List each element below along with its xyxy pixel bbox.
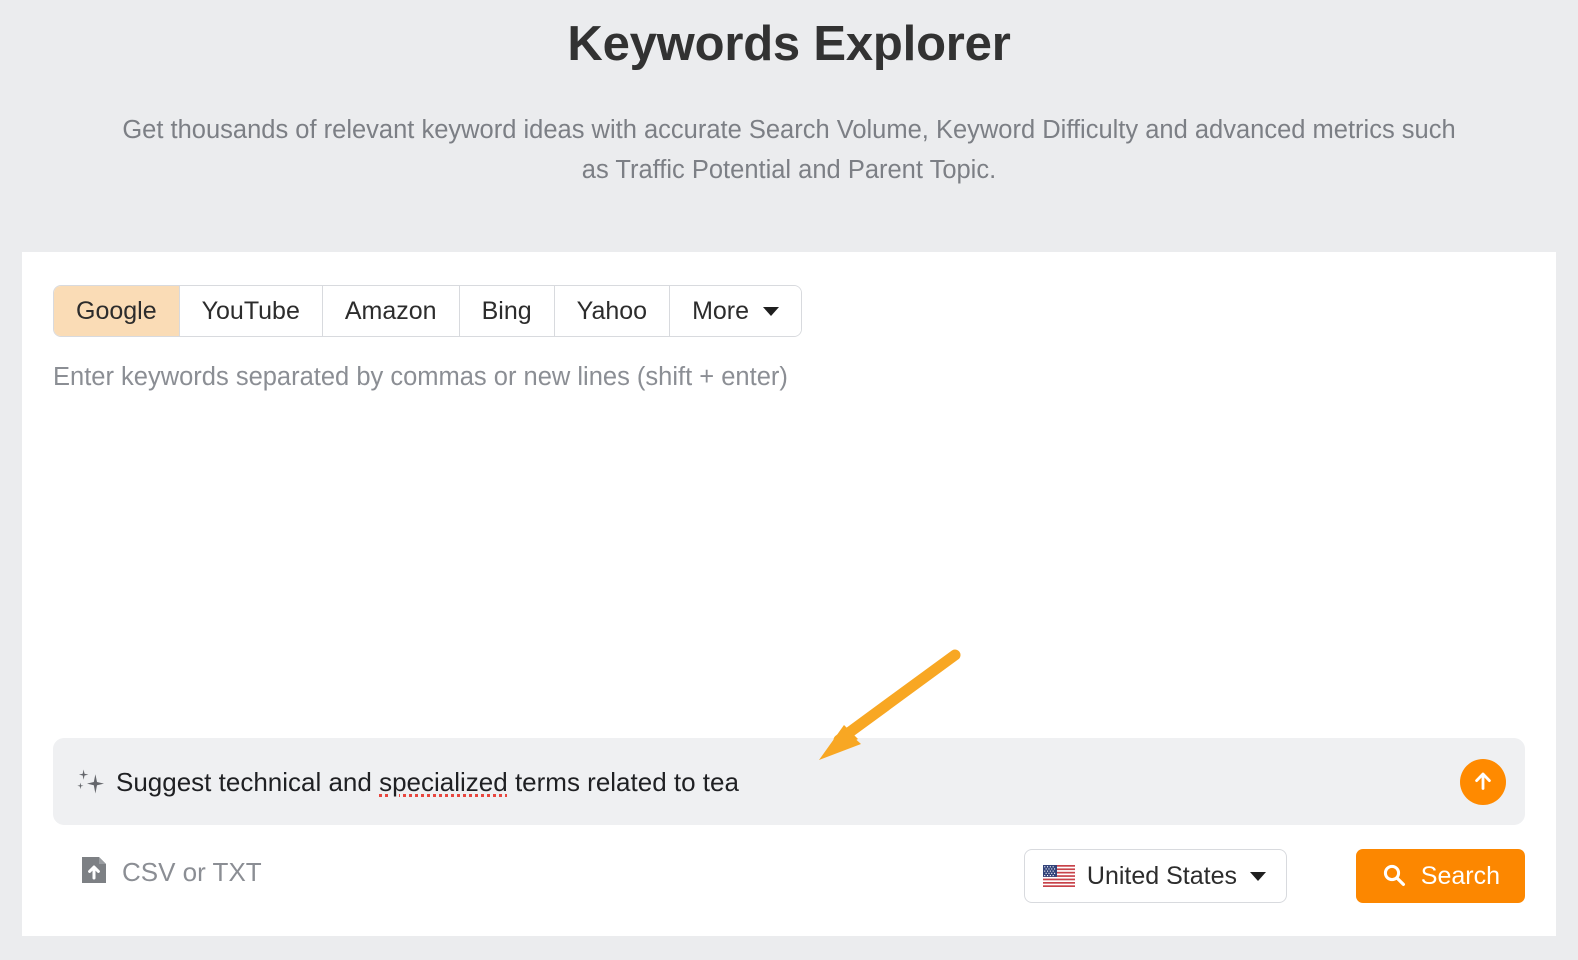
country-selector[interactable]: United States [1023,849,1287,903]
search-button-label: Search [1420,861,1500,890]
search-button[interactable]: Search [1355,849,1525,903]
arrow-up-circle-icon [1470,768,1496,797]
tab-amazon[interactable]: Amazon [322,286,460,336]
tab-yahoo[interactable]: Yahoo [554,286,671,336]
us-flag-icon [1042,865,1075,887]
tab-google-label: Google [76,296,157,325]
tab-more[interactable]: More [670,286,802,336]
sparkle-icon [76,768,105,797]
tab-google[interactable]: Google [54,286,180,336]
search-engine-tabs: Google YouTube Amazon Bing Yahoo More [53,285,803,337]
ai-suggestion-submit-button[interactable] [1460,759,1506,805]
ai-suggestion-text-before: Suggest technical and [116,767,380,797]
tab-bing[interactable]: Bing [459,286,555,336]
chevron-down-icon [763,306,780,316]
ai-suggestion-text: Suggest technical and specialized terms … [116,764,739,800]
keywords-input-placeholder: Enter keywords separated by commas or ne… [53,363,788,391]
search-card: Google YouTube Amazon Bing Yahoo More En… [22,252,1556,936]
tab-bing-label: Bing [481,296,532,325]
chevron-down-icon [1250,871,1266,881]
file-upload-button[interactable]: CSV or TXT [80,855,262,890]
tab-more-label: More [692,296,750,325]
page-hero: Keywords Explorer Get thousands of relev… [0,0,1578,252]
search-icon [1381,862,1407,891]
tab-youtube[interactable]: YouTube [179,286,323,336]
tab-youtube-label: YouTube [201,296,300,325]
page-subtitle: Get thousands of relevant keyword ideas … [122,116,1456,184]
ai-suggestion-text-after: terms related to tea [507,767,739,797]
card-footer: CSV or TXT United States Search [53,849,1525,905]
tab-amazon-label: Amazon [344,296,437,325]
ai-suggestion-misspelled-word: specialized [379,767,508,797]
file-upload-icon [80,855,108,890]
country-selector-value: United States [1086,861,1237,890]
page-title: Keywords Explorer [567,17,1011,71]
file-upload-label: CSV or TXT [122,857,262,887]
ai-suggestion-bar[interactable]: Suggest technical and specialized terms … [53,738,1525,825]
tab-yahoo-label: Yahoo [576,296,648,325]
